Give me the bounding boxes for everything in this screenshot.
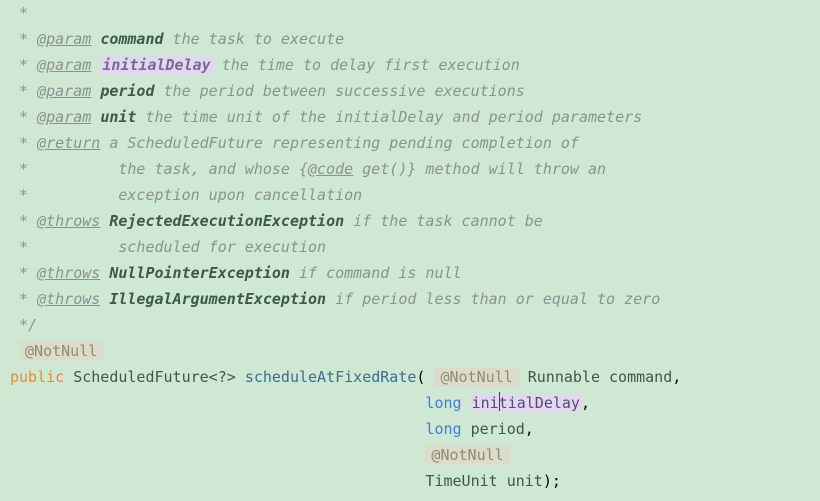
doc-desc: the period between successive executions <box>155 82 525 100</box>
doc-tag-param: @param <box>37 82 91 100</box>
doc-tag-throws: @throws <box>37 290 100 308</box>
doc-desc: get()} method will throw an <box>353 160 606 178</box>
code-line[interactable]: * @param unit the time unit of the initi… <box>10 104 808 130</box>
keyword-long: long <box>425 394 461 412</box>
doc-throws-type: NullPointerException <box>109 264 290 282</box>
code-line[interactable]: long period, <box>10 416 808 442</box>
doc-desc: a ScheduledFuture representing pending c… <box>100 134 579 152</box>
code-line[interactable]: * scheduled for execution <box>10 234 808 260</box>
doc-param-name: period <box>100 82 154 100</box>
code-line[interactable]: * @throws NullPointerException if comman… <box>10 260 808 286</box>
code-line[interactable]: @NotNull <box>10 338 808 364</box>
keyword-long: long <box>425 420 461 438</box>
code-line[interactable]: * @return a ScheduledFuture representing… <box>10 130 808 156</box>
param-type: Runnable <box>528 368 600 386</box>
code-line[interactable]: long initialDelay, <box>10 390 808 416</box>
code-line[interactable]: * @param command the task to execute <box>10 26 808 52</box>
doc-desc: the task, and whose { <box>37 160 308 178</box>
return-type: ScheduledFuture<?> <box>73 368 236 386</box>
code-line[interactable]: * <box>10 0 808 26</box>
param-name: unit <box>507 472 543 490</box>
code-line[interactable]: */ <box>10 312 808 338</box>
code-line[interactable]: * @throws IllegalArgumentException if pe… <box>10 286 808 312</box>
doc-desc: the task to execute <box>164 30 345 48</box>
doc-desc: the time to delay first execution <box>213 56 520 74</box>
code-line[interactable]: * @param initialDelay the time to delay … <box>10 52 808 78</box>
code-line[interactable]: * @throws RejectedExecutionException if … <box>10 208 808 234</box>
doc-desc: scheduled for execution <box>37 238 326 256</box>
code-line[interactable]: TimeUnit unit); <box>10 468 808 494</box>
code-line[interactable]: * the task, and whose {@code get()} meth… <box>10 156 808 182</box>
annotation: @NotNull <box>434 367 518 387</box>
doc-tag-return: @return <box>37 134 100 152</box>
param-type: TimeUnit <box>425 472 497 490</box>
annotation: @NotNull <box>19 341 103 361</box>
annotation: @NotNull <box>425 445 509 465</box>
code-line[interactable]: * @param period the period between succe… <box>10 78 808 104</box>
code-editor[interactable]: * * @param command the task to execute *… <box>0 0 820 494</box>
doc-tag-throws: @throws <box>37 264 100 282</box>
doc-desc: if the task cannot be <box>344 212 543 230</box>
doc-param-name: initialDelay <box>100 56 212 74</box>
doc-desc: the time unit of the initialDelay and pe… <box>136 108 642 126</box>
doc-tag-throws: @throws <box>37 212 100 230</box>
code-line[interactable]: public ScheduledFuture<?> scheduleAtFixe… <box>10 364 808 390</box>
doc-tag-param: @param <box>37 30 91 48</box>
method-name: scheduleAtFixedRate <box>245 368 417 386</box>
doc-tag-code: @code <box>308 160 353 178</box>
doc-tag-param: @param <box>37 56 91 74</box>
doc-tag-param: @param <box>37 108 91 126</box>
code-line[interactable]: * exception upon cancellation <box>10 182 808 208</box>
keyword-public: public <box>10 368 64 386</box>
doc-desc: exception upon cancellation <box>37 186 362 204</box>
param-name: command <box>609 368 672 386</box>
code-line[interactable]: @NotNull <box>10 442 808 468</box>
param-name: period <box>471 420 525 438</box>
doc-throws-type: IllegalArgumentException <box>109 290 326 308</box>
doc-param-name: command <box>100 30 163 48</box>
doc-param-name: unit <box>100 108 136 126</box>
param-name-highlighted: initialDelay <box>471 394 581 412</box>
doc-desc: if command is null <box>290 264 462 282</box>
doc-desc: if period less than or equal to zero <box>326 290 660 308</box>
doc-throws-type: RejectedExecutionException <box>109 212 344 230</box>
